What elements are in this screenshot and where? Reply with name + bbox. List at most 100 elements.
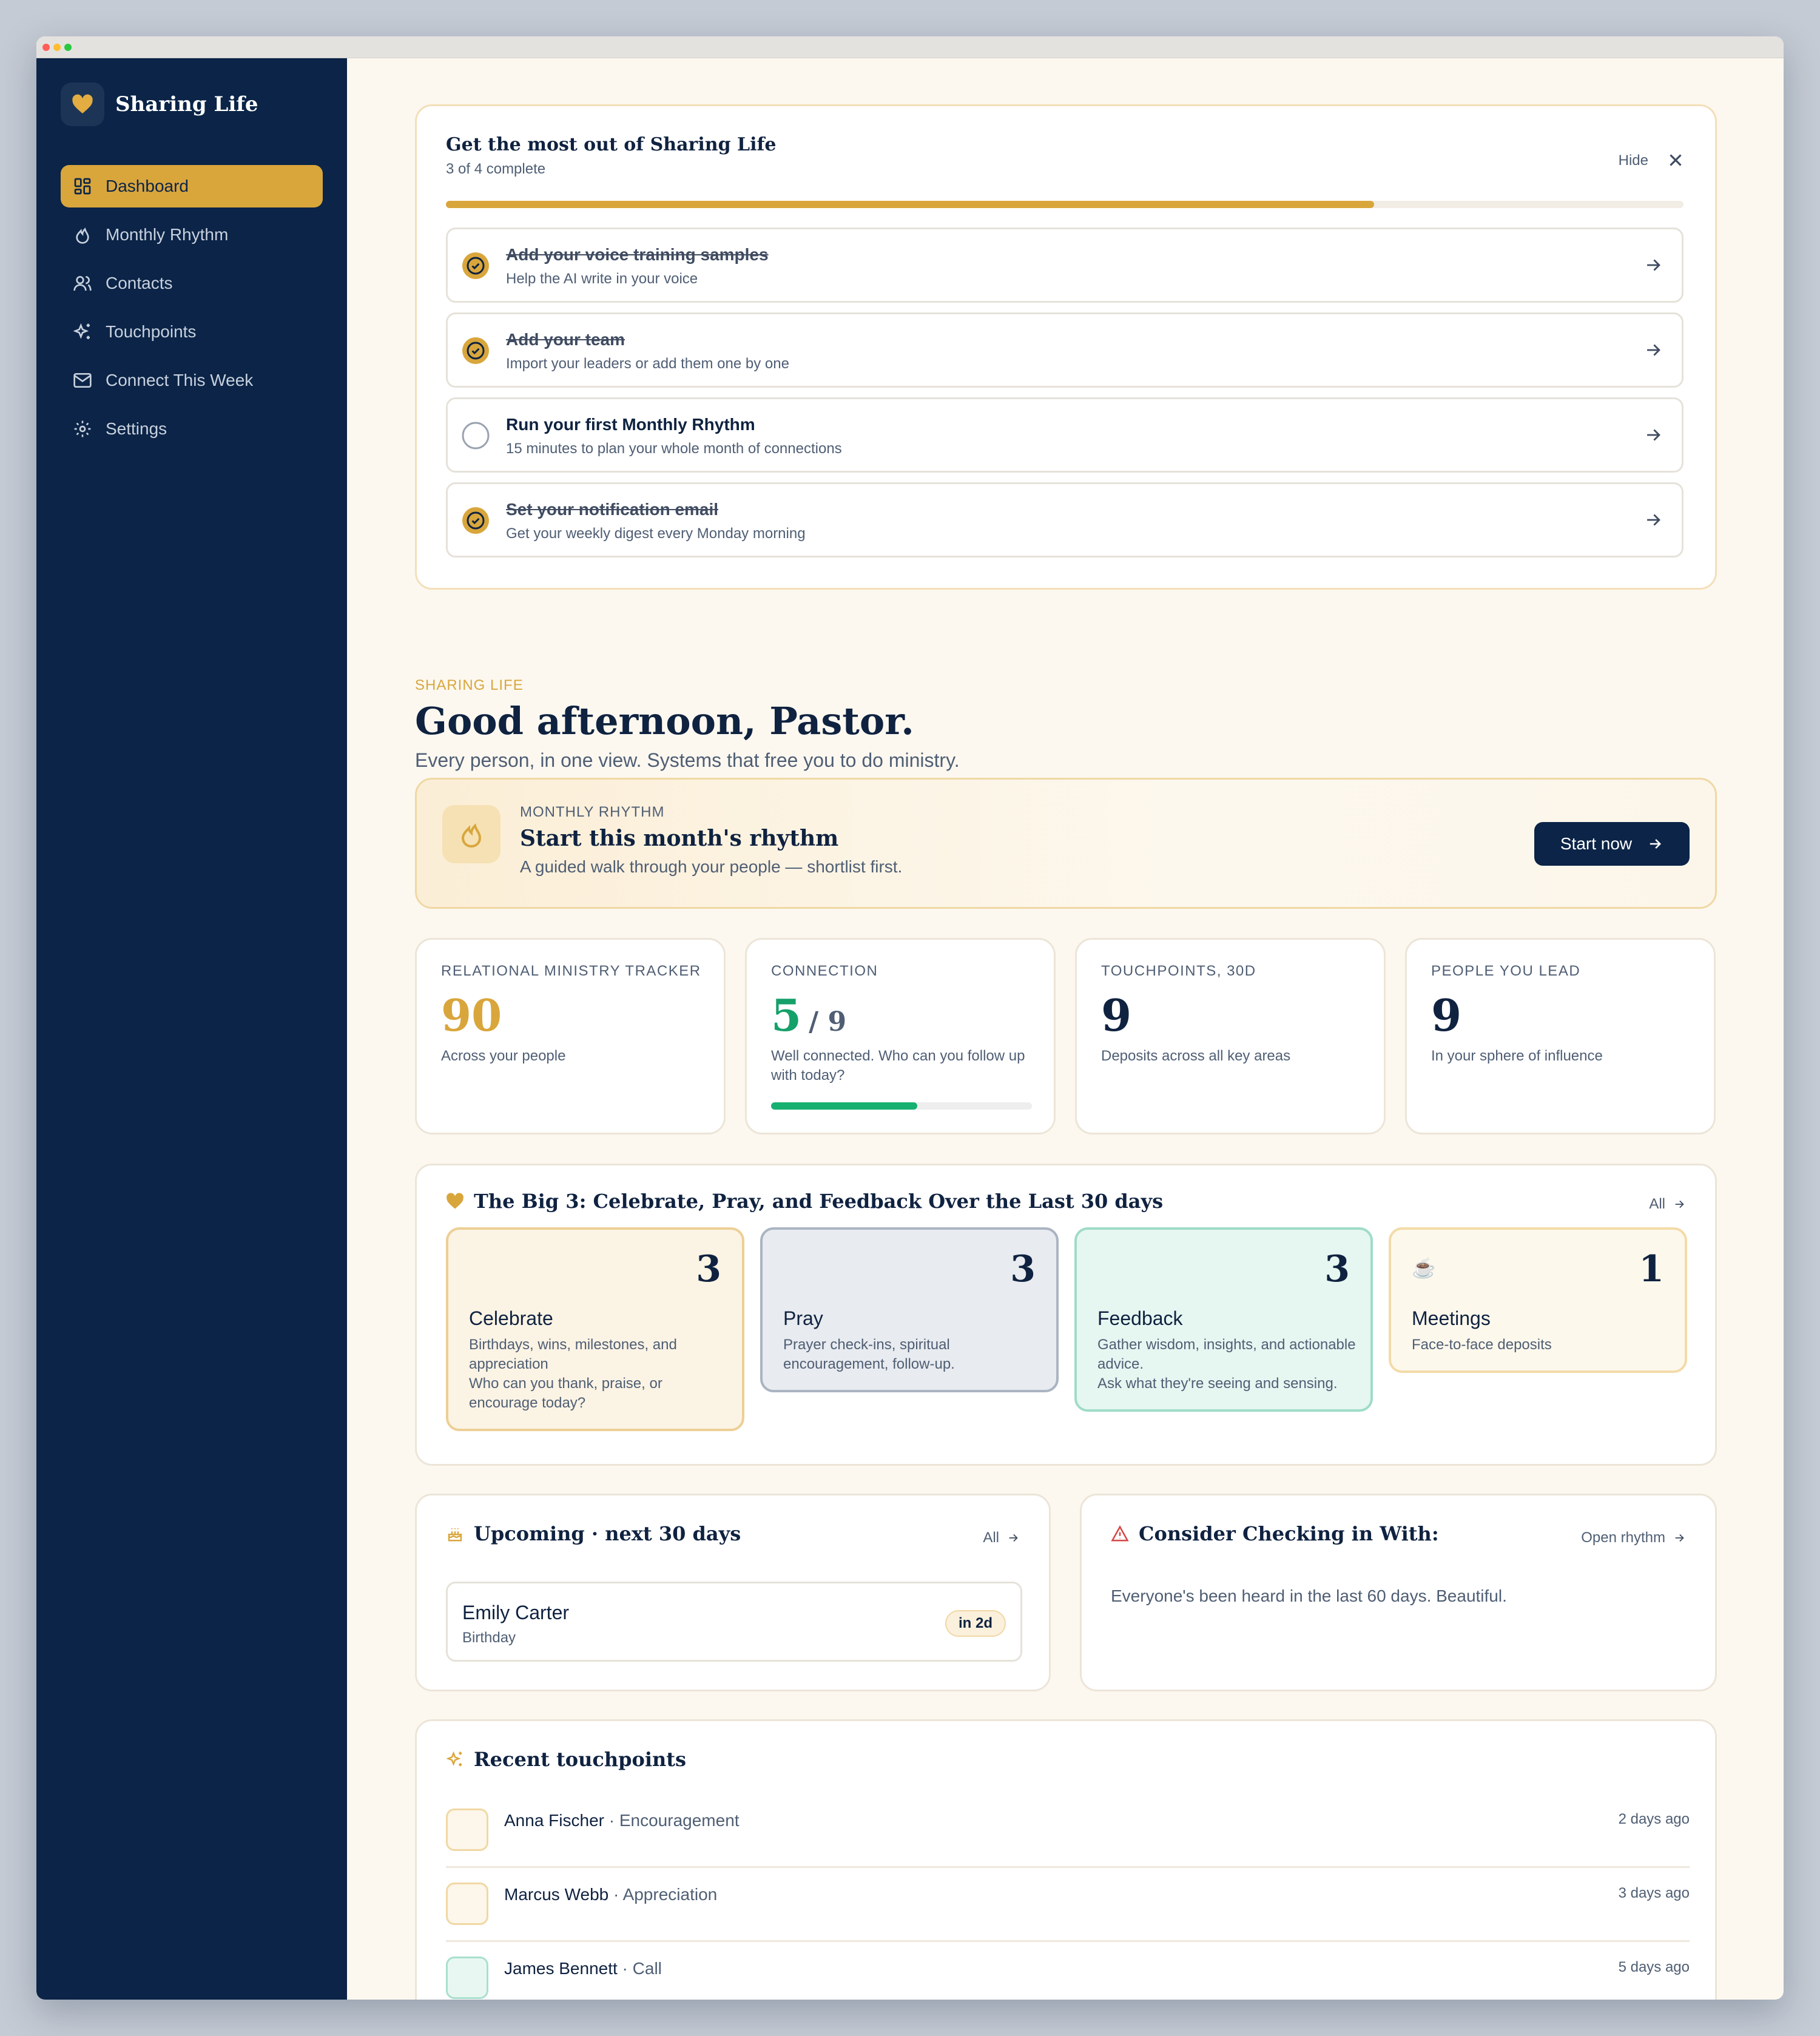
onboarding-step-voice[interactable]: Add your voice training samples Help the… bbox=[446, 228, 1684, 303]
touchpoint-separator: · bbox=[604, 1811, 619, 1830]
tile-name: Meetings bbox=[1412, 1307, 1491, 1329]
upcoming-item[interactable]: Emily Carter Birthday in 2d bbox=[446, 1582, 1022, 1662]
title-bar bbox=[36, 36, 1784, 58]
encouragement-icon bbox=[446, 1808, 488, 1851]
touchpoint-person: Anna Fischer bbox=[504, 1811, 604, 1830]
rhythm-subtitle: A guided walk through your people — shor… bbox=[520, 857, 903, 876]
sidebar-item-dashboard[interactable]: Dashboard bbox=[61, 165, 323, 207]
coffee-icon: ☕ bbox=[1412, 1257, 1436, 1279]
touchpoint-separator: · bbox=[608, 1885, 623, 1904]
brand[interactable]: Sharing Life bbox=[61, 83, 258, 126]
stat-value: 9 bbox=[1101, 989, 1132, 1041]
greeting: SHARING LIFE Good afternoon, Pastor. Eve… bbox=[415, 677, 1750, 772]
sidebar-item-touchpoints[interactable]: Touchpoints bbox=[61, 311, 323, 353]
checkin-card: Consider Checking in With: Open rhythm E… bbox=[1080, 1494, 1717, 1691]
open-rhythm-link[interactable]: Open rhythm bbox=[1581, 1529, 1686, 1546]
main-content: Get the most out of Sharing Life 3 of 4 … bbox=[347, 58, 1784, 2000]
sidebar-item-connect-this-week[interactable]: Connect This Week bbox=[61, 359, 323, 402]
arrow-right-icon bbox=[1647, 344, 1660, 356]
greeting-subtitle: Every person, in one view. Systems that … bbox=[415, 749, 960, 771]
touchpoint-row[interactable]: James Bennett · Call 5 days ago bbox=[446, 1942, 1690, 2000]
empty-circle-icon bbox=[462, 422, 490, 450]
sidebar-item-label: Touchpoints bbox=[106, 322, 197, 341]
stat-card-ministry-tracker[interactable]: RELATIONAL MINISTRY TRACKER 90 Across yo… bbox=[415, 938, 726, 1134]
arrow-right-icon bbox=[1647, 259, 1660, 271]
sidebar-item-contacts[interactable]: Contacts bbox=[61, 262, 323, 305]
touchpoint-text: Anna Fischer · Encouragement bbox=[504, 1811, 740, 1830]
stat-card-people-you-lead[interactable]: PEOPLE YOU LEAD 9 In your sphere of infl… bbox=[1405, 938, 1716, 1134]
connection-progress-bar bbox=[771, 1102, 1032, 1110]
touchpoint-time: 5 days ago bbox=[1618, 1959, 1690, 1975]
touchpoint-type: Appreciation bbox=[622, 1885, 718, 1904]
check-circle-icon bbox=[462, 252, 489, 279]
arrow-right-icon bbox=[1009, 1534, 1018, 1542]
tile-feedback[interactable]: 3 Feedback Gather wisdom, insights, and … bbox=[1074, 1227, 1373, 1412]
sidebar-item-label: Dashboard bbox=[106, 177, 189, 195]
step-title: Add your voice training samples bbox=[506, 245, 769, 264]
stat-value: 5/ 9 bbox=[771, 989, 846, 1041]
sidebar-item-settings[interactable]: Settings bbox=[61, 408, 323, 450]
upcoming-all-link[interactable]: All bbox=[983, 1529, 1020, 1546]
onboarding-title: Get the most out of Sharing Life bbox=[446, 134, 777, 155]
sidebar-item-label: Contacts bbox=[106, 274, 173, 292]
connection-progress-fill bbox=[771, 1102, 917, 1110]
sidebar-item-label: Connect This Week bbox=[106, 371, 254, 389]
tile-name: Pray bbox=[783, 1307, 823, 1329]
maximize-window-dot[interactable] bbox=[64, 44, 72, 51]
stat-value: 9 bbox=[1431, 989, 1462, 1041]
stat-label: TOUCHPOINTS, 30D bbox=[1101, 963, 1256, 979]
start-now-label: Start now bbox=[1560, 834, 1633, 853]
heart-icon bbox=[447, 1193, 463, 1209]
tile-count: 3 bbox=[1324, 1248, 1350, 1290]
person-name: Emily Carter bbox=[462, 1602, 570, 1623]
stat-desc: In your sphere of influence bbox=[1431, 1048, 1603, 1064]
stat-value-denominator: / 9 bbox=[809, 1006, 847, 1037]
big3-all-link[interactable]: All bbox=[1649, 1196, 1686, 1213]
touchpoint-separator: · bbox=[617, 1959, 633, 1978]
appreciation-icon bbox=[446, 1883, 488, 1925]
recent-title-text: Recent touchpoints bbox=[474, 1748, 687, 1771]
checkin-message: Everyone's been heard in the last 60 day… bbox=[1111, 1586, 1507, 1605]
checkin-title-text: Consider Checking in With: bbox=[1139, 1522, 1439, 1545]
touchpoint-row[interactable]: Marcus Webb · Appreciation 3 days ago bbox=[446, 1868, 1690, 1942]
open-rhythm-label: Open rhythm bbox=[1581, 1529, 1665, 1546]
start-now-button[interactable]: Start now bbox=[1534, 822, 1690, 866]
phone-icon bbox=[446, 1957, 488, 1999]
rhythm-title: Start this month's rhythm bbox=[520, 826, 839, 851]
sidebar-item-monthly-rhythm[interactable]: Monthly Rhythm bbox=[61, 214, 323, 256]
tile-pray[interactable]: 3 Pray Prayer check-ins, spiritual encou… bbox=[760, 1227, 1059, 1392]
tile-count: 3 bbox=[696, 1248, 721, 1290]
all-label: All bbox=[1649, 1196, 1665, 1212]
tile-meetings[interactable]: ☕ 1 Meetings Face-to-face deposits bbox=[1389, 1227, 1687, 1373]
stat-card-touchpoints[interactable]: TOUCHPOINTS, 30D 9 Deposits across all k… bbox=[1075, 938, 1386, 1134]
tile-desc: Face-to-face deposits bbox=[1412, 1337, 1552, 1353]
touchpoint-text: James Bennett · Call bbox=[504, 1959, 662, 1978]
close-window-dot[interactable] bbox=[42, 44, 50, 51]
arrow-right-icon bbox=[1675, 1200, 1684, 1208]
cake-icon bbox=[448, 1528, 462, 1542]
stat-card-connection[interactable]: CONNECTION 5/ 9 Well connected. Who can … bbox=[745, 938, 1056, 1134]
close-icon[interactable] bbox=[1665, 150, 1686, 170]
onboarding-step-monthly-rhythm[interactable]: Run your first Monthly Rhythm 15 minutes… bbox=[446, 397, 1684, 473]
minimize-window-dot[interactable] bbox=[53, 44, 61, 51]
check-circle-icon bbox=[462, 337, 489, 364]
onboarding-progress-text: 3 of 4 complete bbox=[446, 161, 546, 177]
arrow-right-icon bbox=[1647, 429, 1660, 441]
arrow-right-icon bbox=[1647, 514, 1660, 526]
touchpoint-row[interactable]: Anna Fischer · Encouragement 2 days ago bbox=[446, 1794, 1690, 1868]
tile-name: Celebrate bbox=[469, 1307, 553, 1329]
onboarding-step-email[interactable]: Set your notification email Get your wee… bbox=[446, 482, 1684, 558]
sidebar-item-label: Settings bbox=[106, 419, 167, 438]
person-event: Birthday bbox=[462, 1630, 516, 1646]
recent-title: Recent touchpoints bbox=[446, 1748, 686, 1771]
upcoming-title: Upcoming · next 30 days bbox=[446, 1522, 741, 1545]
upcoming-title-text: Upcoming · next 30 days bbox=[474, 1522, 741, 1545]
step-title: Add your team bbox=[506, 330, 625, 349]
step-desc: Help the AI write in your voice bbox=[506, 271, 698, 287]
arrow-right-icon bbox=[1650, 839, 1662, 849]
hide-button[interactable]: Hide bbox=[1619, 152, 1648, 169]
step-title: Run your first Monthly Rhythm bbox=[506, 415, 755, 434]
stat-label: PEOPLE YOU LEAD bbox=[1431, 963, 1581, 979]
tile-celebrate[interactable]: 3 Celebrate Birthdays, wins, milestones,… bbox=[446, 1227, 744, 1431]
onboarding-step-team[interactable]: Add your team Import your leaders or add… bbox=[446, 312, 1684, 388]
